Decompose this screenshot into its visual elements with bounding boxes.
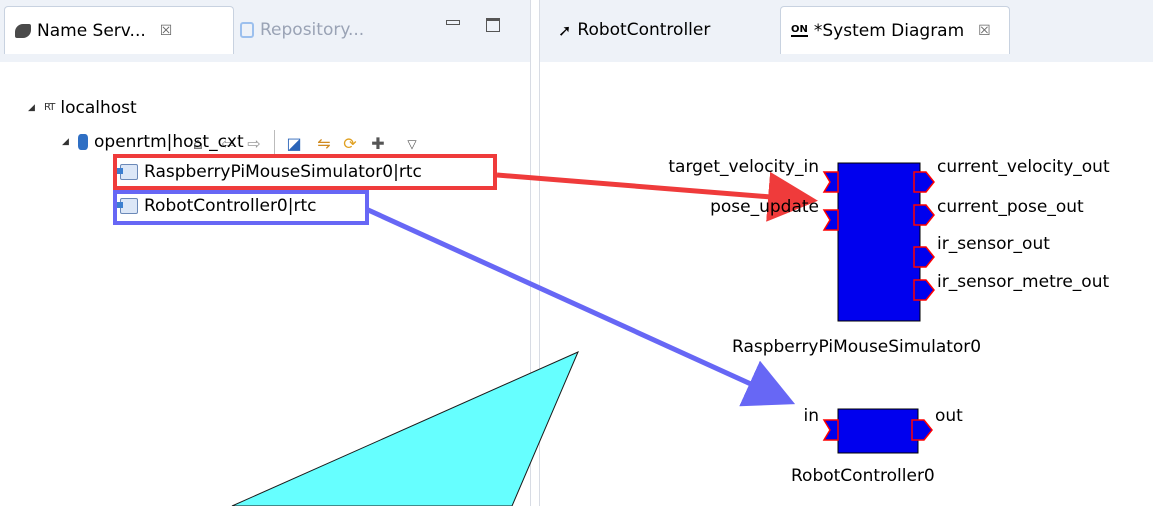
outport-label: ir_sensor_metre_out <box>937 272 1110 292</box>
component-name-label: RobotController0 <box>791 466 935 486</box>
outport-label: out <box>935 406 963 426</box>
port-out[interactable] <box>911 419 933 441</box>
component-name-label: RaspberryPiMouseSimulator0 <box>732 337 982 357</box>
port-ir-sensor-metre-out[interactable] <box>913 279 935 301</box>
outport-label: current_pose_out <box>937 197 1084 217</box>
highlight-box-red <box>113 154 497 190</box>
arrow-blue <box>364 206 796 407</box>
port-pose-update[interactable] <box>822 209 839 231</box>
port-ir-sensor-out[interactable] <box>913 246 935 268</box>
inport-label: pose_update <box>710 197 819 217</box>
outport-label: ir_sensor_out <box>937 234 1050 254</box>
port-current-pose-out[interactable] <box>913 204 935 226</box>
component-raspberrypi-sim[interactable] <box>837 162 921 322</box>
outport-label: current_velocity_out <box>937 157 1110 177</box>
cyan-triangle-shape <box>231 351 579 506</box>
inport-label: in <box>803 406 820 426</box>
port-target-velocity-in[interactable] <box>822 171 839 193</box>
port-current-velocity-out[interactable] <box>913 171 935 193</box>
port-in[interactable] <box>822 419 839 441</box>
highlight-box-blue <box>113 190 369 225</box>
component-robot-controller[interactable] <box>837 408 919 454</box>
inport-label: target_velocity_in <box>668 157 819 177</box>
